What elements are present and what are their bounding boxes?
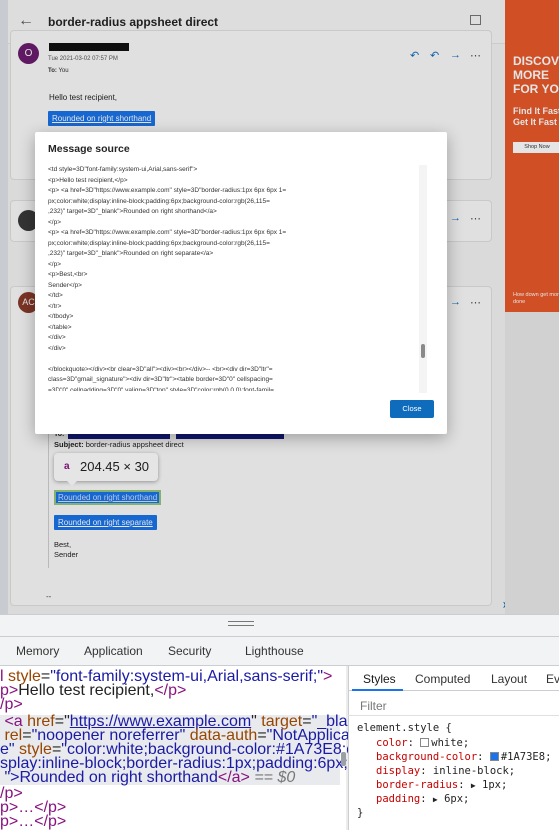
source-line: </td> (48, 292, 63, 299)
source-line (48, 354, 426, 365)
css-property[interactable]: padding: ▶ 6px; (376, 792, 469, 807)
source-line: </div> (48, 344, 66, 352)
dom-line-selected[interactable]: ">Rounded on right shorthand</a> == $0 (0, 769, 296, 786)
drag-handle-icon[interactable] (228, 621, 254, 626)
active-tab-indicator (352, 689, 403, 691)
color-swatch-icon[interactable] (420, 738, 430, 747)
dialog-title: Message source (48, 143, 130, 155)
source-line: </tr> (48, 302, 62, 310)
css-prop-value: #1A73E8 (500, 751, 546, 763)
tab-styles[interactable]: Styles (363, 672, 396, 686)
css-prop-value: white (431, 737, 463, 749)
source-line: </tbody> (48, 313, 74, 320)
tab-event-listeners[interactable]: Ev (546, 672, 559, 686)
source-line: </blockquote></div><br clear=3D"all"><di… (48, 365, 273, 373)
source-line: <p>Best,<br> (48, 271, 88, 278)
source-line: </p> (48, 218, 62, 226)
close-button[interactable]: Close (390, 400, 434, 418)
dom-selected-marker: == $0 (254, 769, 296, 786)
css-prop-name: background-color (376, 751, 478, 763)
devtools-resize-bar[interactable] (0, 614, 559, 636)
source-line: <p>Hello test recipient,</p> (48, 176, 128, 184)
source-line: ,232)" target=3D"_blank">Rounded on righ… (48, 208, 217, 215)
css-property[interactable]: border-radius: ▶ 1px; (376, 778, 507, 793)
dom-fragment: /p> (0, 696, 23, 713)
css-property[interactable]: display: inline-block; (376, 764, 515, 778)
source-line: class=3D"gmail_signature"><div dir=3D"lt… (48, 376, 273, 383)
css-prop-name: border-radius (376, 779, 459, 791)
css-prop-value: inline-block (432, 765, 509, 777)
css-prop-name: color (376, 737, 408, 749)
tab-layout[interactable]: Layout (491, 672, 527, 686)
tab-memory[interactable]: Memory (16, 644, 59, 658)
dom-line[interactable]: /p> (0, 696, 23, 713)
source-line: px;color:white;display:inline-block;padd… (48, 197, 270, 205)
source-line: <p> <a href=3D"https://www.example.com" … (48, 187, 287, 194)
source-line: =3D"0" cellpadding=3D"0" valign=3D"top" … (48, 386, 274, 392)
source-line: Sender</p> (48, 281, 82, 289)
css-prop-value: 6px (444, 793, 464, 805)
elements-scrollbar[interactable] (341, 752, 346, 766)
dom-text: Hello test recipient, (18, 682, 155, 699)
message-source-dialog: Message source <td style=3D"font-family:… (35, 132, 447, 434)
css-property[interactable]: background-color: #1A73E8; (376, 750, 551, 764)
source-line: <p> <a href=3D"https://www.example.com" … (48, 229, 287, 236)
expand-triangle-icon[interactable]: ▶ (471, 781, 476, 790)
tab-lighthouse[interactable]: Lighthouse (245, 644, 304, 658)
scrollbar-track[interactable] (419, 165, 427, 393)
styles-tab-bar: Styles Computed Layout Ev (348, 666, 559, 691)
source-line: <td style=3D"font-family:system-ui,Arial… (48, 166, 198, 173)
source-line: ,232)" target=3D"_blank">Rounded on righ… (48, 250, 214, 257)
source-line: </table> (48, 323, 72, 331)
css-prop-value: 1px (482, 779, 501, 791)
source-line: </p> (48, 260, 62, 268)
dom-fragment: > (323, 668, 333, 685)
source-line: </div> (48, 334, 66, 341)
dom-fragment: </p> (154, 682, 187, 699)
css-property[interactable]: color: white; (376, 736, 469, 750)
css-prop-name: padding (376, 793, 421, 805)
source-line: px;color:white;display:inline-block;padd… (48, 239, 270, 247)
dom-fragment: p>…</p> (0, 813, 67, 830)
dom-line[interactable]: p>…</p> (0, 813, 67, 830)
css-rule-close: } (357, 807, 364, 819)
dom-line[interactable]: p>Hello test recipient,</p> (0, 682, 187, 699)
tab-security[interactable]: Security (168, 644, 211, 658)
scrollbar-thumb[interactable] (421, 344, 425, 358)
dom-text: ">Rounded on right shorthand (4, 769, 218, 786)
expand-triangle-icon[interactable]: ▶ (433, 795, 438, 804)
css-prop-name: display (376, 765, 421, 777)
tab-computed[interactable]: Computed (415, 672, 470, 686)
message-source-text: <td style=3D"font-family:system-ui,Arial… (48, 165, 426, 391)
color-swatch-icon[interactable] (489, 752, 499, 761)
filter-input[interactable]: Filter (360, 699, 387, 713)
dom-fragment: </a> (217, 769, 250, 786)
tab-application[interactable]: Application (84, 644, 143, 658)
css-rule-selector: element.style { (357, 722, 452, 734)
devtools-tab-bar: Memory Application Security Lighthouse (0, 636, 559, 666)
